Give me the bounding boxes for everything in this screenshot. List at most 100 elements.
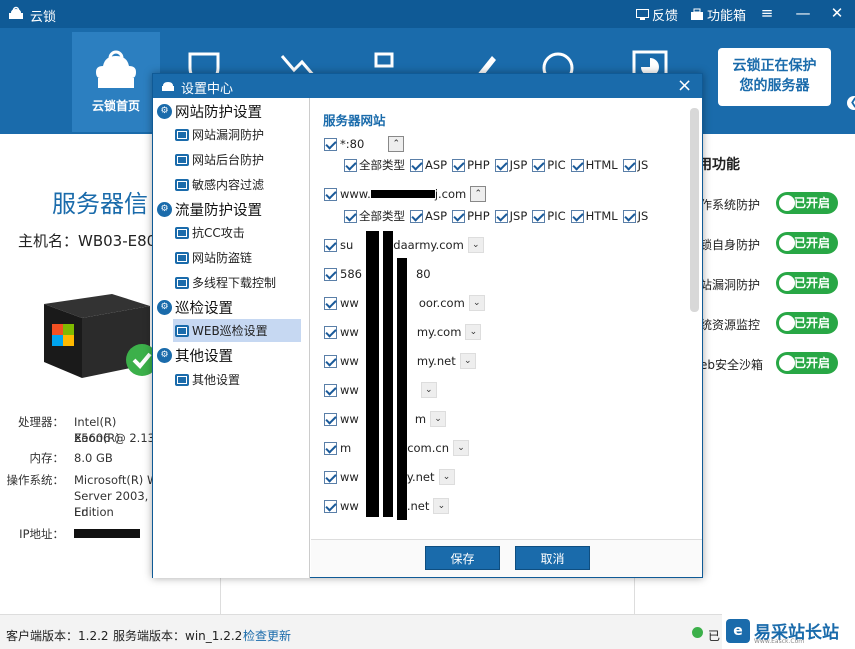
toolbox-label: 功能箱 [707, 9, 747, 24]
site-checkbox[interactable] [324, 354, 337, 368]
site-checkbox[interactable] [324, 325, 337, 339]
minimize-icon[interactable]: — [794, 4, 812, 22]
type-checkbox[interactable] [494, 209, 508, 223]
server-icon [44, 294, 158, 378]
tree-item-label: WEB巡检设置 [192, 324, 268, 338]
nav-home-tab[interactable]: 云锁首页 [72, 32, 160, 132]
expand-chevron-icon[interactable]: ⌃ [470, 186, 487, 202]
site-row: su daarmy.com ⌄ [324, 235, 484, 255]
close-icon[interactable]: ✕ [828, 4, 846, 22]
cpu-value-2: E5606 @ 2.13G [74, 431, 164, 445]
tree-item-other-settings[interactable]: 其他设置 [173, 368, 301, 391]
site-label: ww [340, 412, 359, 426]
tree-group-site-protection[interactable]: ⚙ 网站防护设置 [157, 101, 262, 121]
expand-chevron-icon[interactable]: ⌄ [438, 469, 455, 485]
type-checkbox[interactable] [570, 158, 584, 172]
tree-item-anti-leech[interactable]: 网站防盗链 [173, 246, 301, 269]
type-checkbox[interactable] [622, 209, 636, 223]
site-checkbox[interactable] [324, 296, 337, 310]
expand-chevron-icon[interactable]: ⌄ [467, 237, 484, 253]
type-checkbox[interactable] [410, 209, 423, 223]
tree-group-label: 流量防护设置 [175, 202, 262, 219]
site-checkbox[interactable] [324, 499, 337, 513]
feature-row: 站漏洞防护 已开启 [700, 272, 850, 296]
check-update-link[interactable]: 检查更新 [243, 627, 291, 644]
expand-chevron-icon[interactable]: ⌄ [465, 324, 482, 340]
site-checkbox[interactable] [324, 412, 337, 426]
type-checkbox[interactable] [494, 158, 508, 172]
type-filter-row: 全部类型 ASP PHP JSP PIC HTML JS [344, 156, 653, 174]
type-checkbox[interactable] [570, 209, 584, 223]
site-checkbox[interactable] [324, 470, 337, 484]
site-checkbox[interactable] [324, 267, 337, 281]
type-checkbox[interactable] [532, 158, 546, 172]
site-checkbox[interactable] [324, 137, 337, 151]
save-button[interactable]: 保存 [425, 546, 500, 570]
site-label: ww [340, 470, 359, 484]
settings-item-icon [175, 178, 189, 191]
tree-group-traffic-protection[interactable]: ⚙ 流量防护设置 [157, 199, 262, 219]
tree-item-vuln-protection[interactable]: 网站漏洞防护 [173, 123, 301, 146]
cloud-lock-logo-icon [9, 6, 23, 19]
feature-toggle[interactable]: 已开启 [776, 192, 838, 214]
feature-toggle[interactable]: 已开启 [776, 312, 838, 334]
settings-item-icon [175, 128, 189, 141]
feature-toggle[interactable]: 已开启 [776, 232, 838, 254]
tree-item-label: 网站后台防护 [192, 153, 265, 167]
type-checkbox[interactable] [622, 158, 636, 172]
gear-icon: ⚙ [157, 299, 172, 315]
type-checkbox[interactable] [452, 158, 466, 172]
tree-item-web-inspection[interactable]: WEB巡检设置 [173, 319, 301, 342]
dialog-close-icon[interactable]: × [677, 75, 692, 96]
type-checkbox[interactable] [344, 158, 357, 172]
expand-chevron-icon[interactable]: ⌄ [468, 295, 485, 311]
ip-redacted [74, 529, 140, 538]
menu-icon[interactable]: ≡ [758, 4, 776, 22]
server-version: 服务端版本：win_1.2.2 [113, 629, 243, 643]
feature-toggle[interactable]: 已开启 [776, 352, 838, 374]
feedback-button[interactable]: 反馈 [636, 5, 678, 24]
memory-label: 内存： [29, 451, 65, 465]
expand-chevron-icon[interactable]: ⌄ [453, 440, 470, 456]
server-info-title: 服务器信 [52, 190, 148, 218]
tree-group-inspection[interactable]: ⚙ 巡检设置 [157, 297, 233, 317]
type-checkbox[interactable] [452, 209, 466, 223]
panel-scrollbar[interactable] [690, 108, 699, 312]
tree-item-label: 敏感内容过滤 [192, 178, 265, 192]
site-checkbox[interactable] [324, 238, 337, 252]
expand-chevron-icon[interactable]: ⌃ [388, 136, 405, 152]
site-row: www. j.com ⌃ [324, 184, 487, 204]
feature-toggle[interactable]: 已开启 [776, 272, 838, 294]
site-label: ww [340, 354, 359, 368]
tree-item-download-control[interactable]: 多线程下载控制 [173, 271, 301, 294]
type-label: JS [637, 158, 649, 172]
type-label: HTML [585, 158, 618, 172]
cancel-button[interactable]: 取消 [515, 546, 590, 570]
site-label: ww [340, 296, 359, 310]
tree-group-other[interactable]: ⚙ 其他设置 [157, 345, 233, 365]
os-value-3: Edition [74, 505, 114, 519]
toolbox-button[interactable]: 功能箱 [690, 5, 746, 24]
settings-item-icon [175, 251, 189, 264]
site-label: ww [340, 383, 359, 397]
site-row: *:80 ⌃ [324, 134, 405, 154]
site-checkbox[interactable] [324, 441, 337, 455]
expand-chevron-icon[interactable]: ⌄ [420, 382, 437, 398]
expand-chevron-icon[interactable]: ⌄ [430, 411, 447, 427]
type-label: JSP [509, 158, 528, 172]
collapse-arrow-icon[interactable]: ❮ [845, 94, 855, 112]
site-checkbox[interactable] [324, 187, 337, 201]
expand-chevron-icon[interactable]: ⌄ [433, 498, 450, 514]
app-title: 云锁 [30, 10, 57, 25]
type-checkbox[interactable] [532, 209, 546, 223]
online-status-text: 已 [708, 629, 721, 643]
tree-item-content-filter[interactable]: 敏感内容过滤 [173, 173, 301, 196]
type-checkbox[interactable] [344, 209, 357, 223]
site-checkbox[interactable] [324, 383, 337, 397]
tree-item-backend-protection[interactable]: 网站后台防护 [173, 148, 301, 171]
expand-chevron-icon[interactable]: ⌄ [459, 353, 476, 369]
type-checkbox[interactable] [410, 158, 423, 172]
tree-item-anti-cc[interactable]: 抗CC攻击 [173, 221, 301, 244]
site-label-tail: j.com [434, 187, 467, 201]
feature-label: 作系统防护 [700, 198, 761, 212]
